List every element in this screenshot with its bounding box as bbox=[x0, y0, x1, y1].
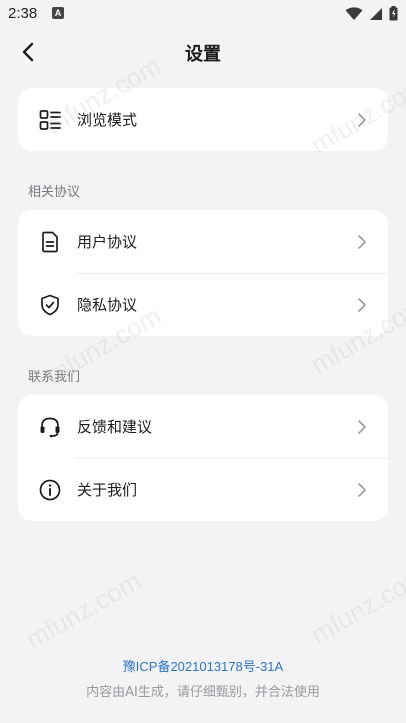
agreements-card: 用户协议 隐私协议 bbox=[18, 210, 388, 336]
page-title: 设置 bbox=[185, 44, 221, 65]
about-us-label: 关于我们 bbox=[77, 481, 138, 499]
info-icon bbox=[38, 478, 62, 502]
status-icons bbox=[345, 6, 398, 21]
ai-disclaimer: 内容由AI生成，请仔细甄别，并合法使用 bbox=[86, 685, 320, 700]
status-time: 2:38 bbox=[8, 5, 38, 22]
feedback-row[interactable]: 反馈和建议 bbox=[18, 395, 388, 458]
layout-list-icon bbox=[38, 108, 62, 132]
user-agreement-label: 用户协议 bbox=[77, 233, 138, 251]
feedback-label: 反馈和建议 bbox=[77, 418, 153, 436]
wifi-icon bbox=[345, 6, 363, 20]
section-title-agreements: 相关协议 bbox=[28, 185, 81, 200]
chevron-right-icon bbox=[358, 112, 366, 127]
document-icon bbox=[38, 230, 62, 254]
browse-mode-label: 浏览模式 bbox=[77, 111, 138, 129]
header: 设置 bbox=[0, 28, 406, 76]
watermark: mfunz.com bbox=[20, 565, 146, 655]
battery-icon bbox=[389, 6, 398, 21]
shield-check-icon bbox=[38, 293, 62, 317]
privacy-agreement-row[interactable]: 隐私协议 bbox=[18, 273, 388, 336]
privacy-agreement-label: 隐私协议 bbox=[77, 296, 138, 314]
notification-badge: A bbox=[52, 7, 64, 19]
section-title-contact: 联系我们 bbox=[28, 370, 81, 385]
display-settings-card: 浏览模式 bbox=[18, 88, 388, 151]
chevron-right-icon bbox=[358, 419, 366, 434]
contact-card: 反馈和建议 关于我们 bbox=[18, 395, 388, 521]
browse-mode-row[interactable]: 浏览模式 bbox=[18, 88, 388, 151]
chevron-right-icon bbox=[358, 234, 366, 249]
chevron-right-icon bbox=[358, 482, 366, 497]
chevron-right-icon bbox=[358, 297, 366, 312]
watermark: mfunz.com bbox=[305, 560, 406, 650]
signal-icon bbox=[370, 7, 382, 20]
headset-icon bbox=[38, 415, 62, 439]
icp-link[interactable]: 豫ICP备2021013178号-31A bbox=[0, 656, 406, 675]
about-us-row[interactable]: 关于我们 bbox=[18, 458, 388, 521]
status-bar: 2:38 A bbox=[0, 0, 406, 28]
user-agreement-row[interactable]: 用户协议 bbox=[18, 210, 388, 273]
